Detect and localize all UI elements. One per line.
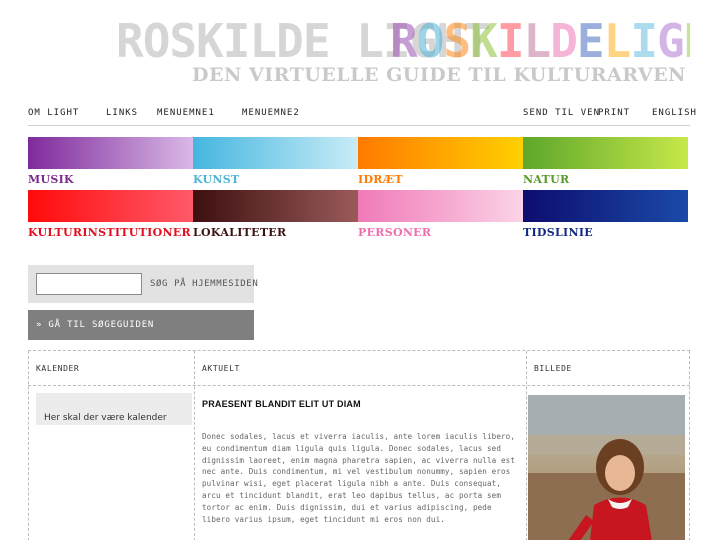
- nav-links[interactable]: LINKS: [106, 108, 138, 118]
- nav-menuemne2[interactable]: MENUEMNE2: [242, 108, 300, 118]
- logo-colour-overlay: ROSKILDELIGHT: [390, 14, 690, 68]
- category-color-bar[interactable]: [523, 190, 688, 222]
- logo-letter: K: [470, 14, 498, 68]
- category-label[interactable]: KULTURINSTITUTIONER: [28, 226, 193, 239]
- category-label[interactable]: PERSONER: [358, 226, 523, 239]
- nav-send-til-ven[interactable]: SEND TIL VEN: [523, 108, 600, 118]
- news-heading: AKTUELT: [202, 364, 240, 373]
- logo-letter: S: [443, 14, 471, 68]
- column-divider: [526, 351, 527, 540]
- logo-letter: L: [523, 14, 552, 68]
- image-heading: BILLEDE: [534, 364, 572, 373]
- logo-letter: L: [603, 14, 632, 68]
- category-color-bar[interactable]: [523, 137, 688, 169]
- logo-letter: I: [496, 14, 525, 68]
- logo-letter: R: [390, 14, 418, 68]
- category-tidslinie[interactable]: TIDSLINIE: [523, 190, 688, 239]
- news-body: Donec sodales, lacus et viverra iaculis,…: [202, 432, 516, 524]
- category-color-bar[interactable]: [358, 137, 523, 169]
- category-natur[interactable]: NATUR: [523, 137, 688, 186]
- nav-om-light[interactable]: OM LIGHT: [28, 108, 79, 118]
- logo-letter: G: [657, 14, 685, 68]
- category-color-bar[interactable]: [193, 190, 358, 222]
- logo-letter: D: [550, 14, 578, 68]
- nav-english[interactable]: ENGLISH: [652, 108, 697, 118]
- category-idræt[interactable]: IDRÆT: [358, 137, 523, 186]
- news-title[interactable]: PRAESENT BLANDIT ELIT UT DIAM: [202, 399, 361, 409]
- category-label[interactable]: LOKALITETER: [193, 226, 358, 239]
- logo-letter: O: [416, 14, 445, 68]
- right-frame-border: [690, 0, 720, 540]
- logo-letter: I: [630, 14, 658, 68]
- column-divider: [194, 351, 195, 540]
- category-kulturinstitutioner[interactable]: KULTURINSTITUTIONER: [28, 190, 193, 239]
- logo-letter: E: [576, 14, 605, 68]
- search-guide-button[interactable]: » GÅ TIL SØGEGUIDEN: [28, 310, 254, 340]
- category-color-bar[interactable]: [358, 190, 523, 222]
- calendar-heading: KALENDER: [36, 364, 80, 373]
- category-musik[interactable]: MUSIK: [28, 137, 193, 186]
- column-divider: [28, 351, 29, 540]
- site-tagline: DEN VIRTUELLE GUIDE TIL KULTURARVEN: [192, 64, 686, 86]
- content-grid: KALENDER AKTUELT BILLEDE Her skal der væ…: [28, 350, 690, 540]
- category-lokaliteter[interactable]: LOKALITETER: [193, 190, 358, 239]
- site-header: ROSKILDE LIGHT ROSKILDELIGHT DEN VIRTUEL…: [28, 0, 690, 92]
- category-label[interactable]: TIDSLINIE: [523, 226, 688, 239]
- category-color-bar[interactable]: [193, 137, 358, 169]
- category-label[interactable]: KUNST: [193, 173, 358, 186]
- category-kunst[interactable]: KUNST: [193, 137, 358, 186]
- search-input[interactable]: [36, 273, 142, 295]
- nav-menuemne1[interactable]: MENUEMNE1: [157, 108, 215, 118]
- header-divider: [28, 385, 690, 386]
- search-box: SØG PÅ HJEMMESIDEN: [28, 265, 258, 303]
- top-navigation: OM LIGHT LINKS MENUEMNE1 MENUEMNE2 SEND …: [28, 100, 696, 126]
- column-divider: [689, 351, 690, 540]
- category-color-bar[interactable]: [28, 190, 193, 222]
- category-color-bar[interactable]: [28, 137, 193, 169]
- calendar-placeholder-text: Her skal der være kalender: [44, 413, 167, 423]
- child-photo-illustration: [528, 395, 685, 540]
- calendar-panel: Her skal der være kalender: [36, 393, 192, 425]
- featured-photo[interactable]: [528, 395, 685, 540]
- category-label[interactable]: IDRÆT: [358, 173, 523, 186]
- nav-print[interactable]: PRINT: [598, 108, 630, 118]
- category-label[interactable]: NATUR: [523, 173, 688, 186]
- left-frame-border: [0, 0, 22, 540]
- search-label[interactable]: SØG PÅ HJEMMESIDEN: [150, 279, 258, 289]
- category-personer[interactable]: PERSONER: [358, 190, 523, 239]
- category-label[interactable]: MUSIK: [28, 173, 193, 186]
- logo-letter: H: [684, 14, 690, 68]
